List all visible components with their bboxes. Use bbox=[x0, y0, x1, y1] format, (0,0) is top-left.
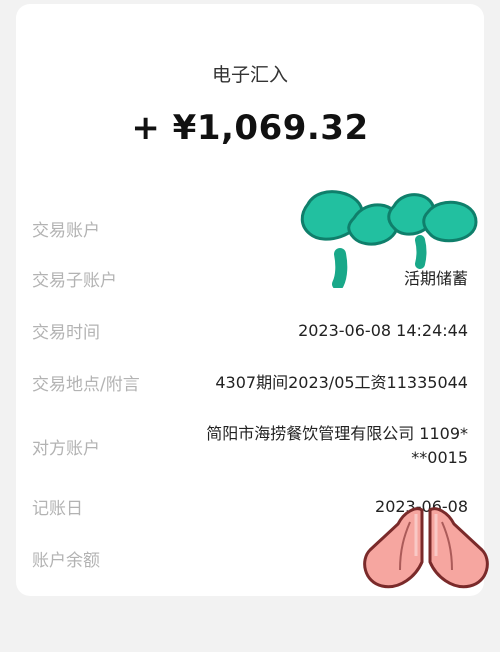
label-account: 交易账户 bbox=[32, 221, 100, 241]
row-counterparty: 对方账户 简阳市海捞餐饮管理有限公司 1109* **0015 bbox=[32, 422, 468, 470]
value-time: 2023-06-08 14:24:44 bbox=[298, 320, 468, 340]
label-time: 交易时间 bbox=[32, 323, 100, 343]
value-place-note: 4307期间2023/05工资11335044 bbox=[215, 372, 468, 392]
row-time: 交易时间 2023-06-08 14:24:44 bbox=[32, 318, 468, 344]
label-place-note: 交易地点/附言 bbox=[32, 375, 140, 395]
transaction-amount: + ¥1,069.32 bbox=[131, 108, 369, 148]
label-sub-account: 交易子账户 bbox=[32, 271, 117, 291]
label-counterparty: 对方账户 bbox=[32, 438, 100, 459]
sprout-sticker bbox=[300, 184, 478, 290]
row-place-note: 交易地点/附言 4307期间2023/05工资11335044 bbox=[32, 370, 468, 396]
transaction-type-title: 电子汇入 bbox=[211, 64, 288, 86]
label-balance: 账户余额 bbox=[32, 551, 100, 571]
praying-hands-sticker bbox=[360, 496, 492, 596]
value-counterparty: 简阳市海捞餐饮管理有限公司 1109* **0015 bbox=[206, 424, 468, 467]
label-booking-date: 记账日 bbox=[32, 499, 83, 519]
